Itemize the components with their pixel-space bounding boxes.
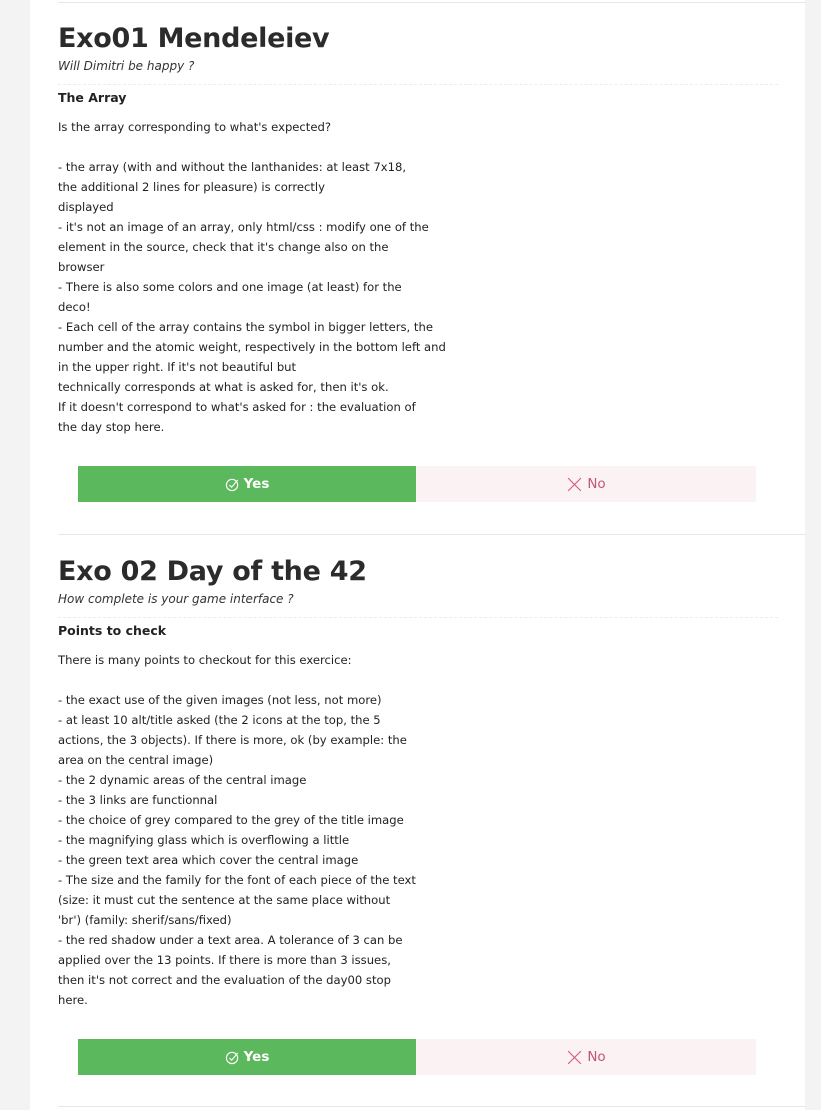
description-line: applied over the 13 points. If there is … bbox=[58, 953, 391, 967]
description-line: (size: it must cut the sentence at the s… bbox=[58, 893, 391, 907]
section-divider bbox=[58, 1106, 806, 1107]
exercise-title: Exo01 Mendeleiev bbox=[58, 23, 330, 54]
description-line: Is the array corresponding to what's exp… bbox=[58, 120, 331, 134]
x-icon bbox=[566, 1049, 583, 1066]
description-line: the day stop here. bbox=[58, 420, 165, 434]
dashed-divider bbox=[58, 84, 778, 85]
block-title: Points to check bbox=[58, 623, 167, 638]
check-circle-icon bbox=[225, 1050, 240, 1065]
description-line: actions, the 3 objects). If there is mor… bbox=[58, 733, 407, 747]
yes-button[interactable]: Yes bbox=[78, 466, 416, 502]
description-line: then it's not correct and the evaluation… bbox=[58, 973, 391, 987]
description-line: - the red shadow under a text area. A to… bbox=[58, 933, 403, 947]
description-line: browser bbox=[58, 260, 105, 274]
yes-label: Yes bbox=[243, 1049, 270, 1065]
no-button[interactable]: No bbox=[416, 1039, 756, 1075]
yes-button[interactable]: Yes bbox=[78, 1039, 416, 1075]
description-line: area on the central image) bbox=[58, 753, 214, 767]
exercise-subtitle: Will Dimitri be happy ? bbox=[58, 59, 195, 73]
description-line: - the exact use of the given images (not… bbox=[58, 693, 382, 707]
no-button[interactable]: No bbox=[416, 466, 756, 502]
description-line: in the upper right. If it's not beautifu… bbox=[58, 360, 297, 374]
description-line: - the array (with and without the lantha… bbox=[58, 160, 407, 174]
description-line bbox=[58, 670, 778, 690]
description-line: deco! bbox=[58, 300, 91, 314]
description-line: - There is also some colors and one imag… bbox=[58, 280, 402, 294]
section-divider bbox=[58, 534, 806, 535]
description-line: - Each cell of the array contains the sy… bbox=[58, 320, 433, 334]
exercise-day-of-the-42: Exo 02 Day of the 42 How complete is you… bbox=[58, 555, 778, 1010]
section-divider bbox=[58, 2, 806, 3]
exercise-title: Exo 02 Day of the 42 bbox=[58, 556, 367, 587]
description-line: the additional 2 lines for pleasure) is … bbox=[58, 180, 325, 194]
answer-buttons: Yes No bbox=[78, 466, 756, 502]
no-label: No bbox=[587, 1049, 606, 1065]
description-line: - the magnifying glass which is overflow… bbox=[58, 833, 350, 847]
exercise-subtitle: How complete is your game interface ? bbox=[58, 592, 294, 606]
description-line: There is many points to checkout for thi… bbox=[58, 653, 352, 667]
dashed-divider bbox=[58, 617, 778, 618]
evaluation-page: Exo01 Mendeleiev Will Dimitri be happy ?… bbox=[30, 0, 806, 1110]
answer-buttons: Yes No bbox=[78, 1039, 756, 1075]
no-label: No bbox=[587, 476, 606, 492]
description-line: - the choice of grey compared to the gre… bbox=[58, 813, 404, 827]
block-description: There is many points to checkout for thi… bbox=[58, 650, 778, 1010]
description-line: - the 2 dynamic areas of the central ima… bbox=[58, 773, 307, 787]
description-line: technically corresponds at what is asked… bbox=[58, 380, 389, 394]
description-line bbox=[58, 137, 778, 157]
description-line: number and the atomic weight, respective… bbox=[58, 340, 446, 354]
check-circle-icon bbox=[225, 477, 240, 492]
description-line: element in the source, check that it's c… bbox=[58, 240, 389, 254]
description-line: If it doesn't correspond to what's asked… bbox=[58, 400, 416, 414]
x-icon bbox=[566, 476, 583, 493]
description-line: - the green text area which cover the ce… bbox=[58, 853, 359, 867]
yes-label: Yes bbox=[243, 476, 270, 492]
block-description: Is the array corresponding to what's exp… bbox=[58, 117, 778, 437]
exercise-mendeleiev: Exo01 Mendeleiev Will Dimitri be happy ?… bbox=[58, 22, 778, 437]
block-title: The Array bbox=[58, 90, 127, 105]
description-line: displayed bbox=[58, 200, 114, 214]
description-line: - The size and the family for the font o… bbox=[58, 873, 416, 887]
description-line: - the 3 links are functionnal bbox=[58, 793, 218, 807]
description-line: - at least 10 alt/title asked (the 2 ico… bbox=[58, 713, 381, 727]
description-line: - it's not an image of an array, only ht… bbox=[58, 220, 429, 234]
description-line: 'br') (family: sherif/sans/fixed) bbox=[58, 913, 232, 927]
description-line: here. bbox=[58, 993, 88, 1007]
